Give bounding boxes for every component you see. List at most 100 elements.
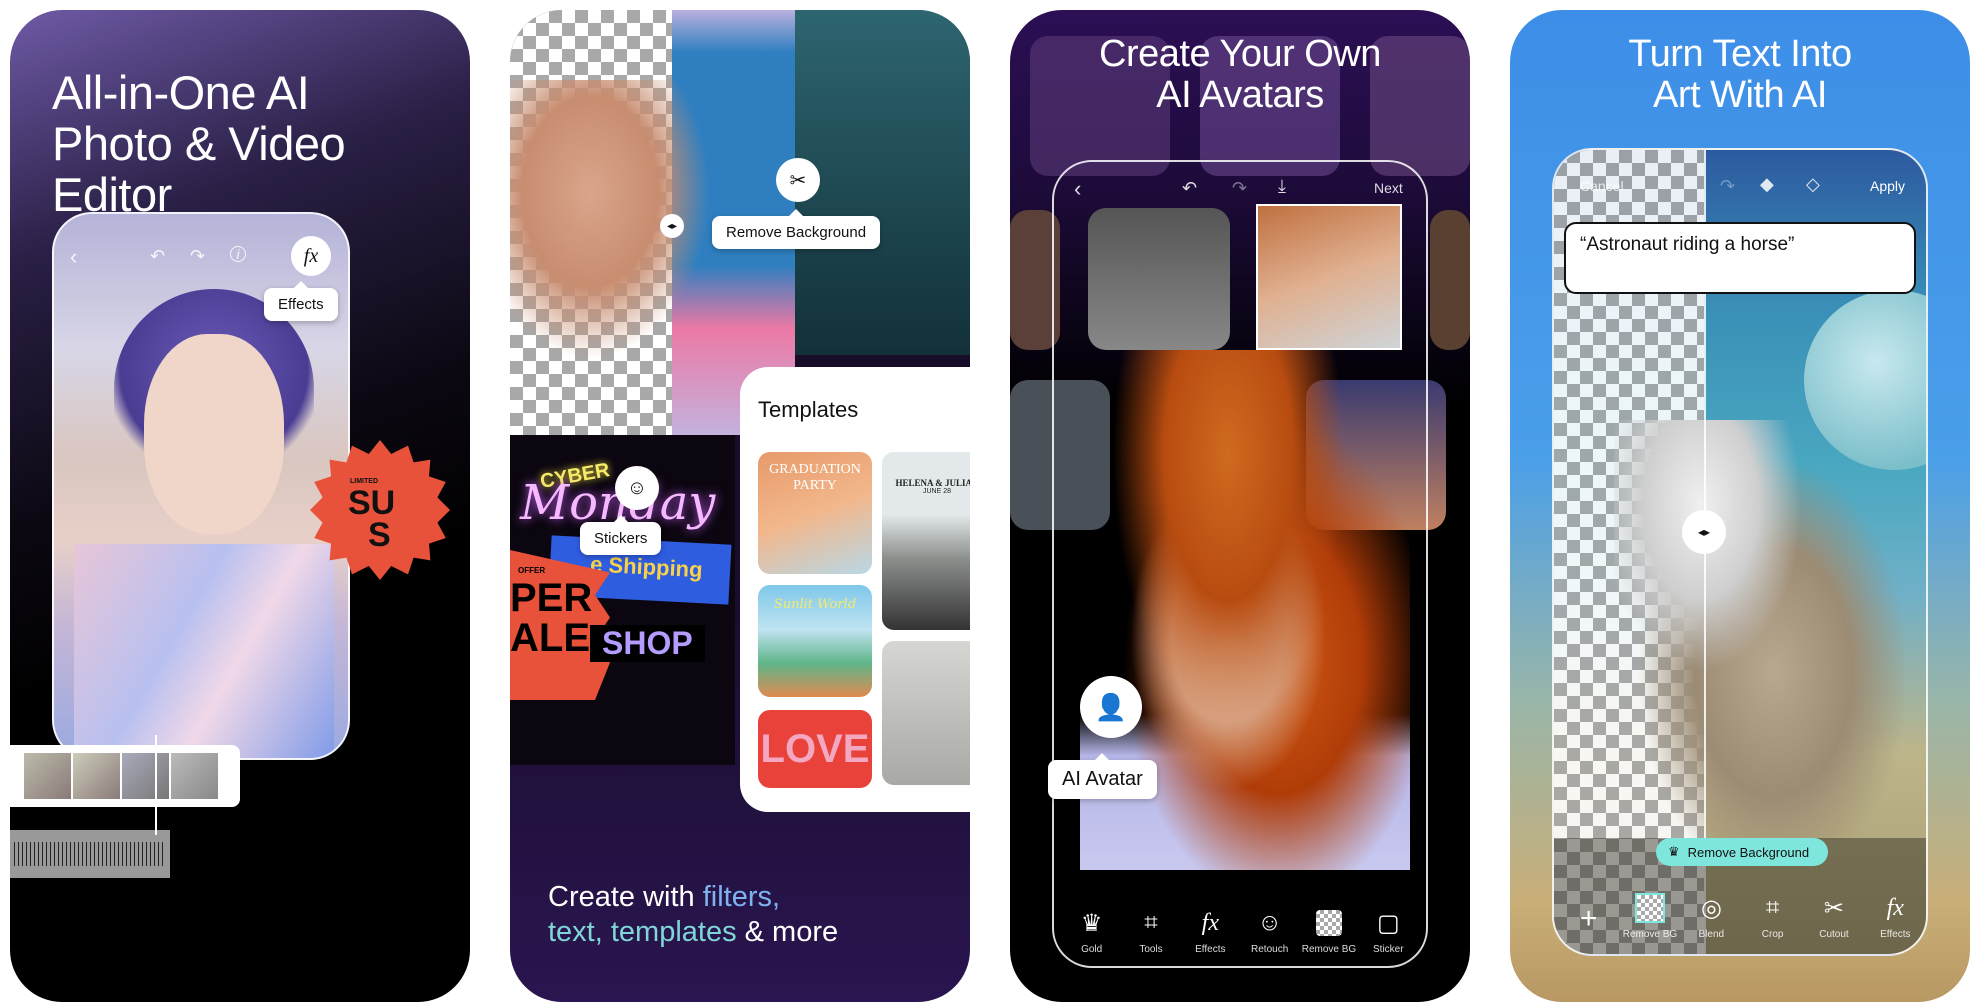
template-card[interactable]: GRADUATION PARTY xyxy=(758,452,872,574)
tool-label: Retouch xyxy=(1251,944,1289,955)
next-button[interactable]: Next xyxy=(1374,180,1403,196)
tool-label: Remove BG xyxy=(1301,944,1357,955)
tool-label: Cutout xyxy=(1819,929,1849,940)
sticker-big-text: S xyxy=(368,516,391,554)
timeline-frame xyxy=(24,753,71,799)
tagline-text: & more xyxy=(736,915,839,948)
tool-cutout[interactable]: ✂ Cutout xyxy=(1804,893,1864,941)
redo-icon[interactable]: ↷ xyxy=(190,246,205,267)
cancel-button[interactable]: Cancel xyxy=(1580,178,1624,194)
tool-label: Effects xyxy=(1195,944,1226,955)
template-card[interactable]: Sunlit World xyxy=(758,585,872,697)
headline-line: Create Your Own xyxy=(1099,33,1381,75)
crop-icon: ⌗ xyxy=(1765,894,1780,921)
offer-text: OFFER xyxy=(518,566,546,575)
tool-label: Blend xyxy=(1698,929,1725,940)
back-icon[interactable]: ‹ xyxy=(70,244,77,270)
ai-avatar-button[interactable]: 👤 xyxy=(1080,676,1142,738)
download-icon[interactable]: ⤓ xyxy=(1278,176,1286,197)
phone-mockup: ‹ ↶ ↷ ⤓ Next xyxy=(1052,160,1428,968)
template-title: Sunlit World xyxy=(773,597,857,612)
tool-remove-bg[interactable]: Remove BG xyxy=(1299,908,1358,955)
tool-remove-bg[interactable]: Remove BG xyxy=(1620,893,1680,940)
effects-tooltip: Effects xyxy=(264,281,338,321)
template-card[interactable]: HELENA & JULIANJUNE 28 xyxy=(882,452,970,630)
sale-text: PER xyxy=(510,576,593,620)
audio-waveform[interactable] xyxy=(10,830,170,878)
ai-avatar-tooltip: AI Avatar xyxy=(1048,753,1157,799)
tool-label: Gold xyxy=(1081,944,1103,955)
headline-line: Photo & Video xyxy=(52,116,346,170)
sticker-icon: ▢ xyxy=(1376,909,1400,937)
template-card[interactable]: LOVE xyxy=(758,710,872,788)
tooltip-label: AI Avatar xyxy=(1062,768,1143,790)
scissors-sparkle-icon: ✂ xyxy=(789,169,807,192)
timeline-playhead[interactable] xyxy=(155,735,157,835)
template-subtitle: JUNE 28 xyxy=(922,488,951,495)
remove-bg-icon xyxy=(1315,908,1342,938)
bottom-toolbar: + Remove BG ◎ Blend ⌗ Crop ✂ Cutout fx Effec… xyxy=(1558,880,1926,940)
effects-button[interactable]: fx xyxy=(291,236,331,276)
pill-label: Remove Background xyxy=(1687,844,1810,860)
tool-gold[interactable]: ♛ Gold xyxy=(1062,908,1121,956)
layers-icon[interactable]: ◇ xyxy=(1806,174,1820,195)
tool-crop[interactable]: ⌗ Crop xyxy=(1743,893,1803,940)
fx-icon: fx xyxy=(1886,894,1904,921)
info-icon[interactable]: i xyxy=(230,246,246,262)
templates-card: Templates GRADUATION PARTY HELENA & JULI… xyxy=(740,367,970,812)
teal-background xyxy=(795,10,970,355)
blend-icon: ◎ xyxy=(1700,894,1722,922)
arrows-left-right-icon: ◂▸ xyxy=(1697,525,1711,539)
compare-slider-handle[interactable]: ◂▸ xyxy=(660,214,684,238)
eraser-icon[interactable]: ◆ xyxy=(1760,174,1774,195)
timeline-frame xyxy=(73,753,120,799)
tagline-highlight: filters, xyxy=(702,881,781,913)
redo-icon[interactable]: ↷ xyxy=(1232,178,1247,199)
astronaut-horse-image xyxy=(1614,420,1904,840)
tool-blend[interactable]: ◎ Blend xyxy=(1681,893,1741,941)
plus-icon: + xyxy=(1579,902,1598,935)
tooltip-label: Remove Background xyxy=(726,224,867,241)
tool-label: Sticker xyxy=(1373,944,1404,955)
apply-button[interactable]: Apply xyxy=(1870,178,1905,194)
remove-bg-icon xyxy=(1634,893,1665,923)
template-title: HELENA & JULIAN xyxy=(895,478,970,488)
sticker-icon: ☺ xyxy=(626,476,648,499)
remove-background-pill[interactable]: ♛ Remove Background xyxy=(1656,838,1828,866)
tagline: Create with filters, text, templates & m… xyxy=(548,880,838,950)
headline-line: Turn Text Into xyxy=(1628,33,1852,75)
photo-face xyxy=(144,334,284,534)
tool-effects[interactable]: fx Effects xyxy=(1865,893,1925,941)
undo-icon[interactable]: ↶ xyxy=(150,246,165,267)
crown-icon: ♛ xyxy=(1668,844,1680,859)
photo-outfit xyxy=(74,544,334,758)
tool-tools[interactable]: ⌗ Tools xyxy=(1121,908,1180,955)
sale-sticker: LIMITED SU S xyxy=(310,440,450,580)
tool-effects[interactable]: fx Effects xyxy=(1181,908,1240,956)
tool-add[interactable]: + xyxy=(1559,902,1619,940)
arrows-left-right-icon: ◂▸ xyxy=(666,220,678,232)
waveform-bars xyxy=(14,842,164,866)
panel-headline: Turn Text Into Art With AI xyxy=(1510,33,1970,117)
tool-label: Crop xyxy=(1761,929,1784,940)
headline-line: AI Avatars xyxy=(1156,74,1324,117)
video-timeline[interactable] xyxy=(10,745,240,807)
prompt-input[interactable]: “Astronaut riding a horse” xyxy=(1564,222,1916,294)
bottom-toolbar: ♛ Gold ⌗ Tools fx Effects ☺ Retouch Remove B… xyxy=(1062,895,1418,955)
crown-icon: ♛ xyxy=(1080,909,1103,937)
screenshot-panel-photo-video-editor: All-in-One AI Photo & Video Editor ‹ ↶ ↷… xyxy=(10,10,470,1002)
stickers-button[interactable]: ☺ xyxy=(615,466,659,510)
shop-text: SHOP xyxy=(590,625,705,662)
remove-background-button[interactable]: ✂ xyxy=(776,158,820,202)
headline-line: Art With AI xyxy=(1653,74,1827,117)
redo-icon[interactable]: ↷ xyxy=(1720,176,1735,197)
crop-icon: ⌗ xyxy=(1144,909,1158,936)
back-icon[interactable]: ‹ xyxy=(1074,176,1081,202)
undo-icon[interactable]: ↶ xyxy=(1182,178,1197,199)
template-card[interactable] xyxy=(882,641,970,785)
screenshot-panel-templates: CYBER Monday e Shipping OFFER PER ALE SH… xyxy=(510,10,970,1002)
tool-sticker[interactable]: ▢ Sticker xyxy=(1359,908,1418,956)
stickers-tooltip: Stickers xyxy=(580,515,662,555)
compare-slider-handle[interactable]: ◂▸ xyxy=(1682,510,1726,554)
tool-retouch[interactable]: ☺ Retouch xyxy=(1240,908,1299,955)
